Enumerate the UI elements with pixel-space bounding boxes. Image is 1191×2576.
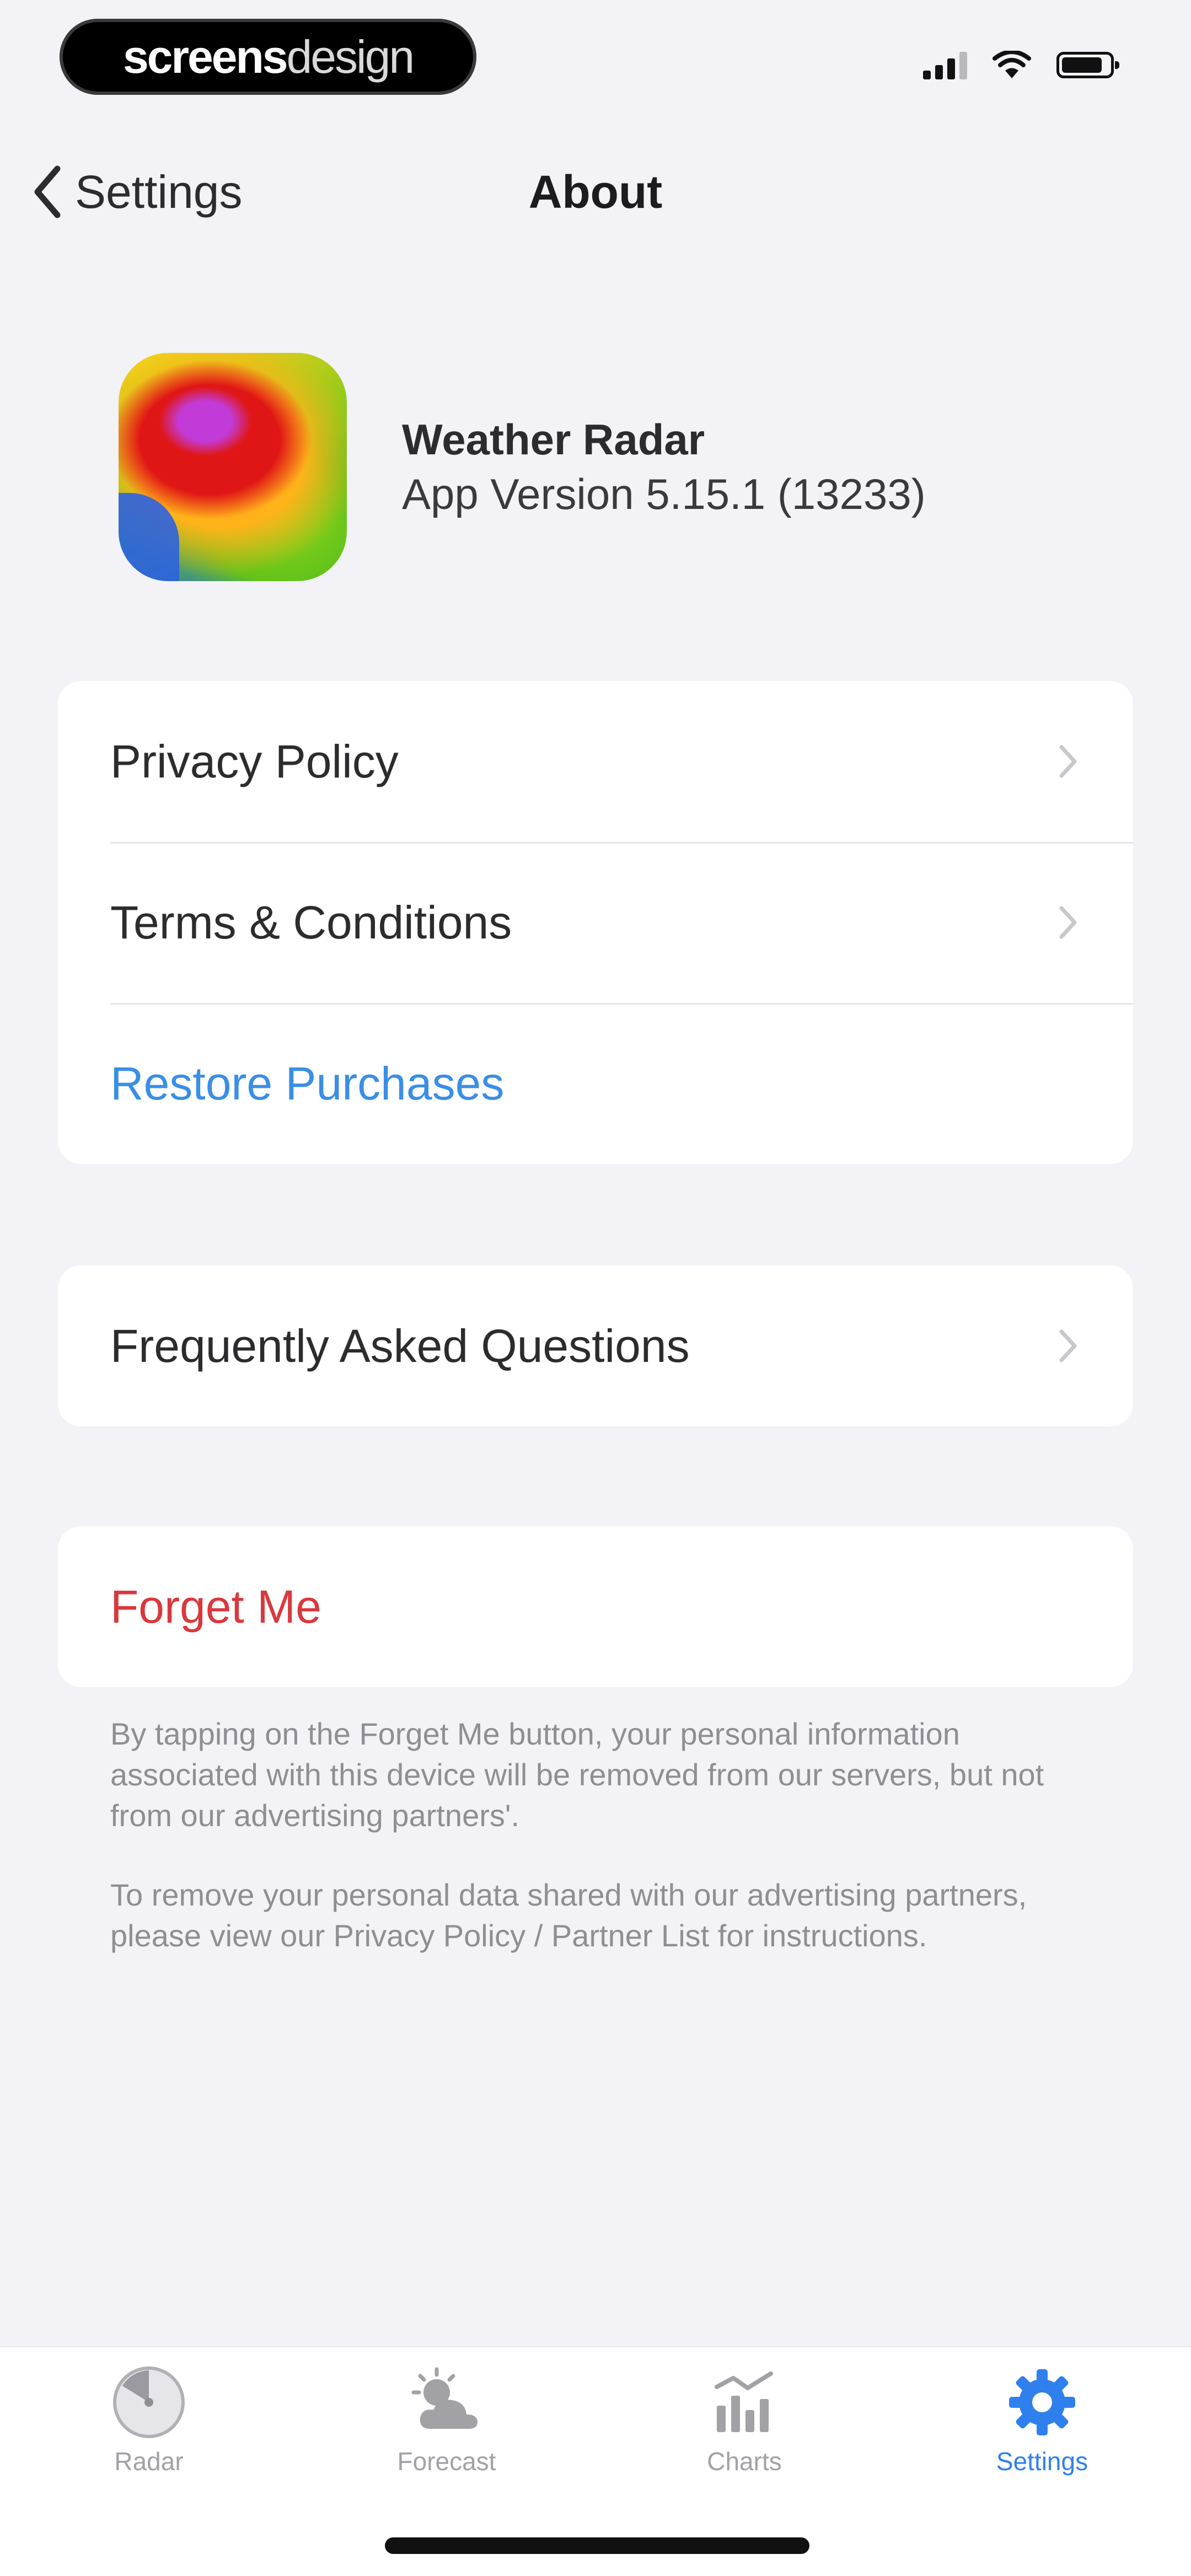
- wifi-icon: [993, 51, 1031, 78]
- tab-forecast-label: Forecast: [397, 2447, 496, 2476]
- brand-light: design: [286, 30, 415, 83]
- app-header: Weather Radar App Version 5.15.1 (13233): [119, 353, 926, 581]
- tab-charts-label: Charts: [707, 2447, 782, 2476]
- restore-purchases-label: Restore Purchases: [110, 1057, 505, 1109]
- forget-me-button[interactable]: Forget Me: [58, 1526, 1133, 1687]
- tab-forecast[interactable]: Forecast: [364, 2364, 529, 2476]
- faq-group: Frequently Asked Questions: [58, 1265, 1133, 1426]
- forget-me-note-2: To remove your personal data shared with…: [110, 1877, 1027, 1953]
- tab-radar-label: Radar: [114, 2447, 184, 2476]
- legal-group: Privacy Policy Terms & Conditions Restor…: [58, 681, 1133, 1164]
- terms-conditions-row[interactable]: Terms & Conditions: [58, 842, 1133, 1003]
- privacy-policy-row[interactable]: Privacy Policy: [58, 681, 1133, 842]
- app-version: App Version 5.15.1 (13233): [402, 470, 926, 518]
- cellular-signal-icon: [923, 51, 967, 79]
- restore-purchases-button[interactable]: Restore Purchases: [58, 1003, 1133, 1164]
- status-bar: screensdesign: [0, 0, 1191, 121]
- faq-row[interactable]: Frequently Asked Questions: [58, 1265, 1133, 1426]
- tab-settings[interactable]: Settings: [959, 2364, 1125, 2476]
- app-icon: [119, 353, 347, 581]
- app-info: Weather Radar App Version 5.15.1 (13233): [402, 415, 926, 519]
- battery-icon: [1056, 52, 1119, 78]
- chevron-right-icon: [1059, 906, 1077, 939]
- navigation-bar: Settings About: [0, 149, 1191, 237]
- status-icons: [923, 51, 1119, 79]
- screensdesign-watermark: screensdesign: [60, 19, 476, 95]
- gear-icon: [1009, 2369, 1075, 2435]
- privacy-policy-label: Privacy Policy: [110, 735, 399, 787]
- tab-radar[interactable]: Radar: [66, 2364, 232, 2476]
- tab-settings-label: Settings: [996, 2447, 1088, 2476]
- forget-me-label: Forget Me: [110, 1580, 321, 1633]
- terms-conditions-label: Terms & Conditions: [110, 896, 512, 948]
- charts-icon: [715, 2371, 773, 2432]
- radar-icon: [113, 2366, 185, 2438]
- faq-label: Frequently Asked Questions: [110, 1319, 690, 1372]
- chevron-right-icon: [1059, 745, 1077, 778]
- brand-bold: screens: [122, 30, 288, 83]
- app-name: Weather Radar: [402, 415, 705, 464]
- chevron-right-icon: [1059, 1329, 1077, 1362]
- page-title: About: [528, 166, 663, 218]
- home-indicator: [385, 2537, 809, 2554]
- forecast-icon: [411, 2367, 478, 2429]
- tab-charts[interactable]: Charts: [662, 2364, 827, 2476]
- forget-me-note-1: By tapping on the Forget Me button, your…: [110, 1716, 1044, 1833]
- forget-me-group: Forget Me: [58, 1526, 1133, 1687]
